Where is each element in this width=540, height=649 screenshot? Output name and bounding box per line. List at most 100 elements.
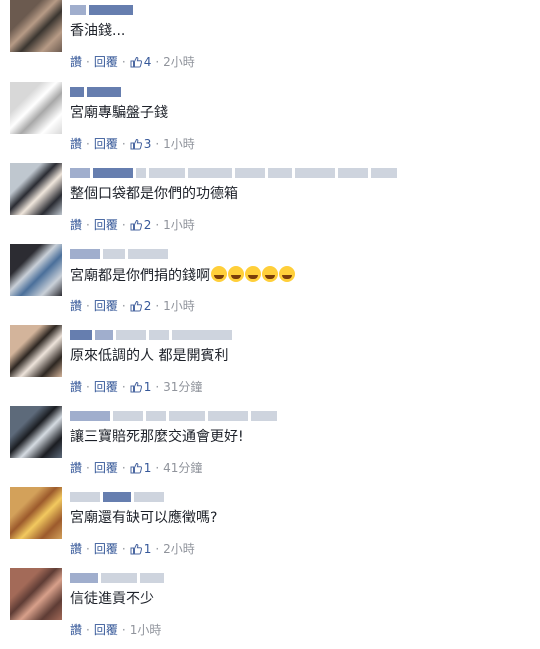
commenter-name[interactable] — [70, 328, 232, 342]
comment-text: 信徒進貢不少 — [70, 590, 154, 608]
comment-meta: 讚 · 回覆 · 2 · 1小時 — [70, 298, 195, 314]
timestamp[interactable]: 31分鐘 — [163, 379, 202, 395]
comment-meta: 讚 · 回覆 · 1 · 2小時 — [70, 541, 195, 557]
separator: · — [121, 380, 126, 394]
comment-meta: 讚 · 回覆 · 3 · 1小時 — [70, 136, 195, 152]
commenter-name[interactable] — [70, 3, 133, 17]
timestamp[interactable]: 1小時 — [163, 136, 195, 152]
timestamp[interactable]: 41分鐘 — [163, 460, 202, 476]
comment-text-content: 信徒進貢不少 — [70, 591, 154, 607]
separator: · — [121, 137, 126, 151]
timestamp[interactable]: 1小時 — [163, 298, 195, 314]
separator: · — [155, 542, 160, 556]
separator: · — [86, 461, 90, 475]
like-count[interactable]: 3 — [130, 136, 152, 152]
laughing-emoji-icon — [279, 266, 295, 282]
comment-meta: 讚 · 回覆 · 4 · 2小時 — [70, 54, 195, 70]
like-count[interactable]: 1 — [130, 541, 151, 557]
like-count[interactable]: 4 — [130, 54, 152, 70]
like-count-value: 3 — [143, 137, 152, 151]
like-icon — [130, 543, 142, 555]
like-button[interactable]: 讚 — [70, 379, 82, 395]
like-button[interactable]: 讚 — [70, 54, 82, 70]
commenter-name[interactable] — [70, 166, 397, 180]
like-button[interactable]: 讚 — [70, 136, 82, 152]
timestamp[interactable]: 2小時 — [163, 541, 195, 557]
separator: · — [155, 380, 160, 394]
avatar[interactable] — [10, 0, 62, 52]
comment-text-content: 整個口袋都是你們的功德箱 — [70, 186, 238, 202]
comment-text-content: 原來低調的人 都是開賓利 — [70, 348, 229, 364]
like-count[interactable]: 1 — [130, 379, 152, 395]
comment: 原來低調的人 都是開賓利讚 · 回覆 · 1 · 31分鐘 — [0, 325, 540, 406]
comment-text: 宮廟專騙盤子錢 — [70, 104, 168, 122]
avatar[interactable] — [10, 82, 62, 134]
commenter-name[interactable] — [70, 571, 164, 585]
like-count-value: 1 — [143, 461, 152, 475]
comment: 宮廟都是你們捐的錢啊讚 · 回覆 · 2 · 1小時 — [0, 244, 540, 325]
commenter-name[interactable] — [70, 490, 164, 504]
like-button[interactable]: 讚 — [70, 298, 82, 314]
comment: 宮廟還有缺可以應徵嗎? 讚 · 回覆 · 1 · 2小時 — [0, 487, 540, 568]
timestamp[interactable]: 1小時 — [163, 217, 195, 233]
timestamp[interactable]: 1小時 — [130, 622, 162, 638]
reply-button[interactable]: 回覆 — [94, 541, 118, 557]
like-count[interactable]: 2 — [130, 298, 151, 314]
reply-button[interactable]: 回覆 — [94, 622, 118, 638]
comment: 讓三寶賠死那麼交通會更好! 讚 · 回覆 · 1 · 41分鐘 — [0, 406, 540, 487]
commenter-name[interactable] — [70, 247, 168, 261]
avatar[interactable] — [10, 406, 62, 458]
reply-button[interactable]: 回覆 — [94, 460, 118, 476]
comment: 宮廟專騙盤子錢讚 · 回覆 · 3 · 1小時 — [0, 82, 540, 163]
comment-text-content: 讓三寶賠死那麼交通會更好! — [70, 429, 244, 445]
separator: · — [155, 218, 160, 232]
like-count-value: 4 — [143, 55, 152, 69]
commenter-name[interactable] — [70, 409, 277, 423]
reply-button[interactable]: 回覆 — [94, 54, 118, 70]
comment-text: 宮廟還有缺可以應徵嗎? — [70, 509, 217, 527]
like-count-value: 1 — [143, 380, 152, 394]
like-icon — [130, 138, 142, 150]
separator: · — [121, 218, 126, 232]
comment-meta: 讚 · 回覆 · 2 · 1小時 — [70, 217, 195, 233]
comment: 信徒進貢不少讚 · 回覆 · 1小時 — [0, 568, 540, 649]
reply-button[interactable]: 回覆 — [94, 136, 118, 152]
reply-button[interactable]: 回覆 — [94, 217, 118, 233]
laughing-emoji-icon — [228, 266, 244, 282]
avatar[interactable] — [10, 487, 62, 539]
separator: · — [155, 299, 160, 313]
commenter-name[interactable] — [70, 85, 121, 99]
separator: · — [121, 542, 126, 556]
like-button[interactable]: 讚 — [70, 622, 82, 638]
like-count[interactable]: 2 — [130, 217, 151, 233]
laughing-emoji-icon — [262, 266, 278, 282]
avatar[interactable] — [10, 568, 62, 620]
like-icon — [130, 300, 142, 312]
separator: · — [121, 55, 126, 69]
laughing-emoji-icon — [211, 266, 227, 282]
separator: · — [121, 623, 126, 637]
comment: 整個口袋都是你們的功德箱讚 · 回覆 · 2 · 1小時 — [0, 163, 540, 244]
comment-text-content: 宮廟都是你們捐的錢啊 — [70, 268, 210, 284]
like-button[interactable]: 讚 — [70, 460, 82, 476]
avatar[interactable] — [10, 325, 62, 377]
comment-meta: 讚 · 回覆 · 1小時 — [70, 622, 161, 638]
separator: · — [155, 137, 160, 151]
separator: · — [86, 299, 90, 313]
like-button[interactable]: 讚 — [70, 541, 82, 557]
separator: · — [121, 461, 126, 475]
comment-text: 宮廟都是你們捐的錢啊 — [70, 266, 295, 285]
separator: · — [86, 137, 90, 151]
reply-button[interactable]: 回覆 — [94, 379, 118, 395]
comment-meta: 讚 · 回覆 · 1 · 41分鐘 — [70, 460, 202, 476]
comment-text: 整個口袋都是你們的功德箱 — [70, 185, 238, 203]
separator: · — [86, 542, 90, 556]
timestamp[interactable]: 2小時 — [163, 54, 195, 70]
like-count[interactable]: 1 — [130, 460, 152, 476]
like-button[interactable]: 讚 — [70, 217, 82, 233]
reply-button[interactable]: 回覆 — [94, 298, 118, 314]
avatar[interactable] — [10, 244, 62, 296]
avatar[interactable] — [10, 163, 62, 215]
comment: 香油錢... 讚 · 回覆 · 4 · 2小時 — [0, 0, 540, 81]
separator: · — [86, 218, 90, 232]
